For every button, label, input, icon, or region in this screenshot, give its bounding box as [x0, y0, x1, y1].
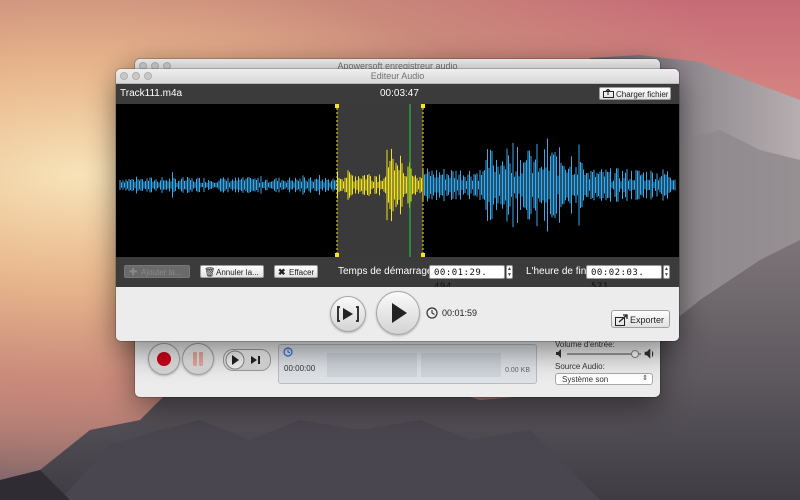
play-next-control[interactable]: [223, 349, 271, 371]
end-time-label: L'heure de fin: [526, 266, 587, 277]
recording-track-panel: 00:00:00 0.00 KB: [278, 344, 537, 384]
add-button[interactable]: ✚ Ajouter la...: [124, 265, 190, 278]
source-select[interactable]: Système son ⇕: [555, 373, 653, 385]
start-time-field[interactable]: 00:01:29. 494: [429, 265, 505, 292]
elapsed-time: 00:00:00: [284, 364, 316, 373]
trim-play-button[interactable]: [330, 296, 366, 332]
clock-icon: [283, 347, 293, 357]
source-label: Source Audio:: [555, 362, 605, 371]
source-value: Système son: [562, 375, 609, 384]
close-icon[interactable]: [120, 72, 128, 80]
speaker-high-icon: [644, 349, 654, 359]
export-label: Exporter: [630, 315, 665, 325]
start-time-label: Temps de démarrage: [338, 266, 433, 277]
add-label: Ajouter la...: [141, 268, 182, 277]
file-size: 0.00 KB: [505, 367, 530, 374]
record-button[interactable]: [148, 343, 180, 375]
load-file-icon: [603, 89, 614, 98]
clear-button[interactable]: ✖ Effacer: [274, 265, 318, 278]
editor-title: Editeur Audio: [370, 71, 425, 81]
zoom-icon[interactable]: [144, 72, 152, 80]
start-time-stepper[interactable]: ▲ ▼: [506, 265, 513, 279]
play-button[interactable]: [376, 291, 420, 335]
trash-icon: 🗑: [204, 267, 216, 277]
trim-icon: [337, 306, 359, 322]
export-icon: [615, 314, 628, 326]
file-name: Track111.m4a: [120, 88, 183, 99]
audio-editor-window: Editeur Audio Track111.m4a 00:03:47 Char…: [116, 69, 679, 341]
export-button[interactable]: Exporter: [611, 310, 670, 328]
end-time-field[interactable]: 00:02:03. 571: [586, 265, 662, 292]
playback-panel: 00:01:59 Exporter: [116, 287, 679, 341]
clock-icon: [426, 307, 438, 319]
load-file-label: Charger fichier: [616, 90, 669, 99]
undo-label: Annuler la...: [216, 268, 259, 277]
editor-toolbar: Track111.m4a 00:03:47 Charger fichier: [116, 84, 679, 104]
chevron-updown-icon: ⇕: [642, 375, 648, 382]
pause-icon: [193, 352, 197, 366]
close-x-icon: ✖: [278, 267, 286, 277]
volume-label: Volume d'entrée:: [555, 340, 615, 349]
play-icon: [392, 303, 407, 323]
undo-button[interactable]: 🗑 Annuler la...: [200, 265, 264, 278]
edit-controls-bar: ✚ Ajouter la... 🗑 Annuler la... ✖ Efface…: [116, 257, 679, 292]
minimize-icon[interactable]: [132, 72, 140, 80]
volume-slider[interactable]: [555, 349, 655, 359]
editor-titlebar: Editeur Audio: [116, 69, 679, 84]
skip-next-icon: [225, 350, 260, 370]
waveform-view[interactable]: [116, 104, 679, 257]
record-icon: [157, 352, 171, 366]
duration: 00:03:47: [380, 88, 419, 99]
clear-label: Effacer: [289, 268, 315, 277]
position-time: 00:01:59: [442, 308, 478, 318]
plus-icon: ✚: [129, 267, 138, 278]
pause-button[interactable]: [182, 343, 214, 375]
speaker-low-icon: [556, 349, 561, 358]
end-time-stepper[interactable]: ▲ ▼: [663, 265, 670, 279]
load-file-button[interactable]: Charger fichier: [599, 87, 671, 100]
